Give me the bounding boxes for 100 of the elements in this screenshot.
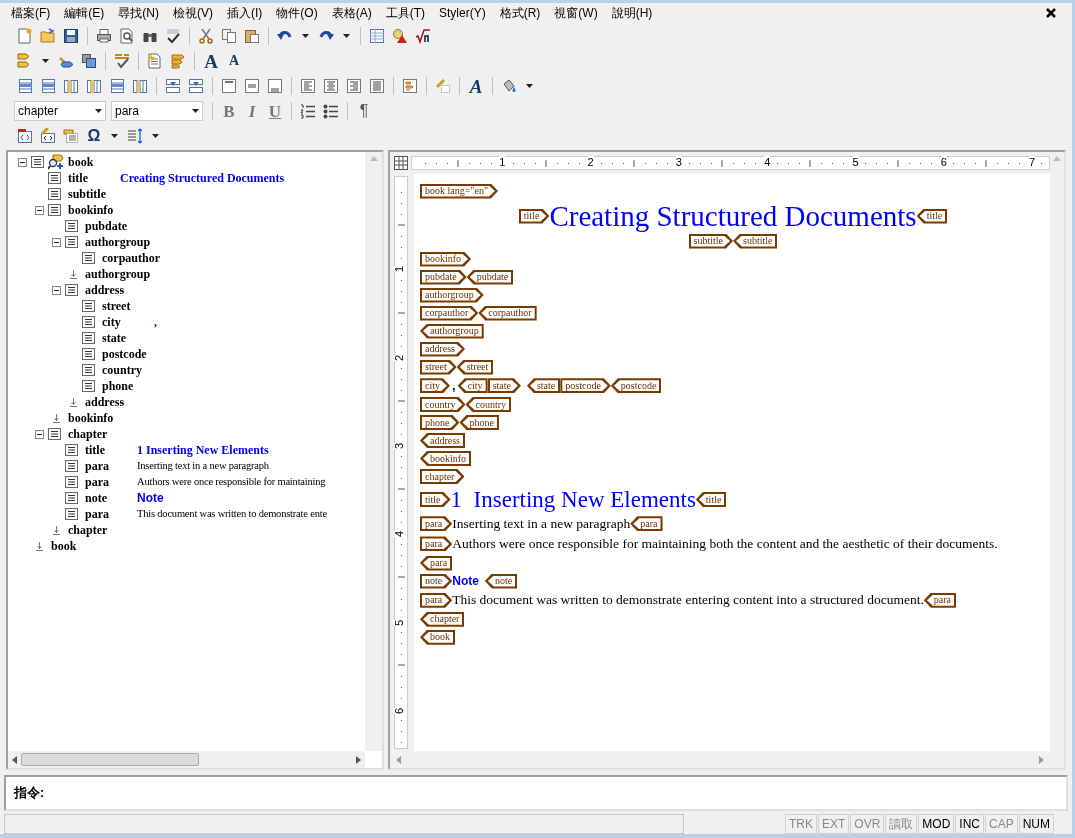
horizontal-scrollbar[interactable]: [8, 751, 365, 768]
menu-item[interactable]: 編輯(E): [57, 2, 112, 24]
element-name[interactable]: bookinfo: [68, 409, 120, 427]
collapse-icon[interactable]: [35, 429, 44, 439]
end-tag[interactable]: note: [484, 573, 518, 589]
bold-button[interactable]: B: [218, 100, 240, 122]
collapse-icon[interactable]: [52, 285, 61, 295]
element-name[interactable]: authorgroup: [85, 265, 155, 283]
scroll-right-icon[interactable]: [356, 755, 361, 764]
element-name[interactable]: country: [102, 361, 154, 379]
end-tag[interactable]: address: [420, 433, 465, 448]
end-tag[interactable]: chapter: [420, 611, 465, 627]
element-name[interactable]: chapter: [68, 425, 120, 443]
element-name[interactable]: title: [85, 441, 137, 459]
element-name[interactable]: book: [68, 153, 120, 171]
menu-item[interactable]: 視窗(W): [547, 2, 605, 24]
caret-icon[interactable]: [343, 34, 350, 38]
element-name[interactable]: book: [51, 537, 103, 555]
element-name[interactable]: authorgroup: [85, 233, 155, 251]
menu-item[interactable]: 工具(T): [378, 2, 432, 24]
start-tag[interactable]: para: [420, 536, 453, 552]
end-tag[interactable]: corpauthor: [478, 305, 537, 321]
caret-icon[interactable]: [111, 134, 118, 138]
start-tag[interactable]: title: [518, 208, 550, 224]
element-name[interactable]: corpauthor: [102, 249, 164, 267]
start-tag[interactable]: street: [420, 359, 457, 375]
end-tag[interactable]: authorgroup: [420, 323, 484, 339]
start-tag[interactable]: state: [487, 378, 521, 394]
scroll-left-icon[interactable]: [12, 755, 17, 764]
end-tag[interactable]: bookinfo: [420, 451, 472, 466]
start-tag[interactable]: address: [420, 341, 465, 357]
element-name[interactable]: address: [85, 281, 137, 299]
start-tag[interactable]: note: [420, 573, 453, 589]
element-name[interactable]: subtitle: [68, 185, 120, 203]
start-tag[interactable]: title: [420, 492, 451, 507]
element-name[interactable]: para: [85, 473, 137, 491]
end-tag[interactable]: title: [916, 208, 948, 224]
menu-item[interactable]: 物件(O): [269, 2, 325, 24]
start-tag[interactable]: para: [420, 592, 453, 608]
start-tag[interactable]: para: [420, 516, 453, 532]
start-tag[interactable]: country: [420, 397, 466, 412]
paragraph-marks-button[interactable]: ¶: [353, 100, 375, 122]
font-style-button[interactable]: A: [465, 75, 487, 97]
caret-icon[interactable]: [526, 84, 533, 88]
element-name[interactable]: state: [102, 329, 154, 347]
menu-item[interactable]: 檢視(V): [166, 2, 220, 24]
element-name[interactable]: postcode: [102, 345, 154, 363]
element-name[interactable]: title: [68, 169, 120, 187]
start-tag[interactable]: bookinfo: [420, 251, 472, 267]
start-tag[interactable]: phone: [420, 415, 460, 430]
start-tag[interactable]: authorgroup: [420, 287, 484, 303]
collapse-icon[interactable]: [52, 237, 61, 247]
start-tag[interactable]: chapter: [420, 469, 465, 484]
element-name[interactable]: note: [85, 489, 137, 507]
end-tag[interactable]: phone: [459, 415, 499, 430]
increase-font-button[interactable]: A: [200, 50, 222, 72]
element-dropdown[interactable]: chapter: [14, 101, 106, 121]
start-tag[interactable]: postcode: [560, 378, 611, 394]
element-name[interactable]: bookinfo: [68, 201, 120, 219]
close-icon[interactable]: [1046, 8, 1056, 18]
end-tag[interactable]: street: [456, 359, 494, 375]
start-tag[interactable]: book lang="en": [420, 183, 498, 199]
vertical-scrollbar[interactable]: [365, 152, 382, 751]
special-character-button[interactable]: Ω: [83, 125, 105, 147]
element-name[interactable]: para: [85, 505, 137, 523]
menu-item[interactable]: Styler(Y): [432, 2, 493, 24]
menu-item[interactable]: 表格(A): [324, 2, 379, 24]
end-tag[interactable]: subtitle: [733, 233, 778, 249]
element-name[interactable]: chapter: [68, 521, 120, 539]
end-tag[interactable]: city: [457, 378, 488, 394]
decrease-font-button[interactable]: A: [223, 50, 245, 72]
caret-icon[interactable]: [302, 34, 309, 38]
scrollbar-thumb[interactable]: [21, 753, 199, 766]
element-name[interactable]: street: [102, 297, 154, 315]
end-tag[interactable]: pubdate: [466, 269, 514, 285]
end-tag[interactable]: postcode: [610, 378, 662, 394]
start-tag[interactable]: corpauthor: [420, 305, 479, 321]
menu-item[interactable]: 尋找(N): [111, 2, 166, 24]
menu-item[interactable]: 說明(H): [604, 2, 660, 24]
element-name[interactable]: pubdate: [85, 217, 137, 235]
caret-icon[interactable]: [42, 59, 49, 63]
end-tag[interactable]: para: [630, 516, 663, 532]
italic-button[interactable]: I: [241, 100, 263, 122]
menu-item[interactable]: 格式(R): [492, 2, 548, 24]
start-tag[interactable]: city: [420, 378, 450, 394]
collapse-icon[interactable]: [18, 157, 27, 167]
element-name[interactable]: phone: [102, 377, 154, 395]
end-tag[interactable]: state: [526, 378, 561, 394]
underline-button[interactable]: U: [264, 100, 286, 122]
end-tag[interactable]: para: [923, 592, 957, 608]
element-name[interactable]: city: [102, 313, 154, 331]
caret-icon[interactable]: [152, 134, 159, 138]
menu-item[interactable]: 插入(I): [220, 2, 270, 24]
table-icon[interactable]: [394, 156, 408, 170]
collapse-icon[interactable]: [35, 205, 44, 215]
end-tag[interactable]: title: [695, 492, 727, 507]
element-name[interactable]: address: [85, 393, 137, 411]
start-tag[interactable]: pubdate: [420, 269, 467, 285]
end-tag[interactable]: country: [465, 397, 512, 412]
start-tag[interactable]: subtitle: [688, 233, 733, 249]
